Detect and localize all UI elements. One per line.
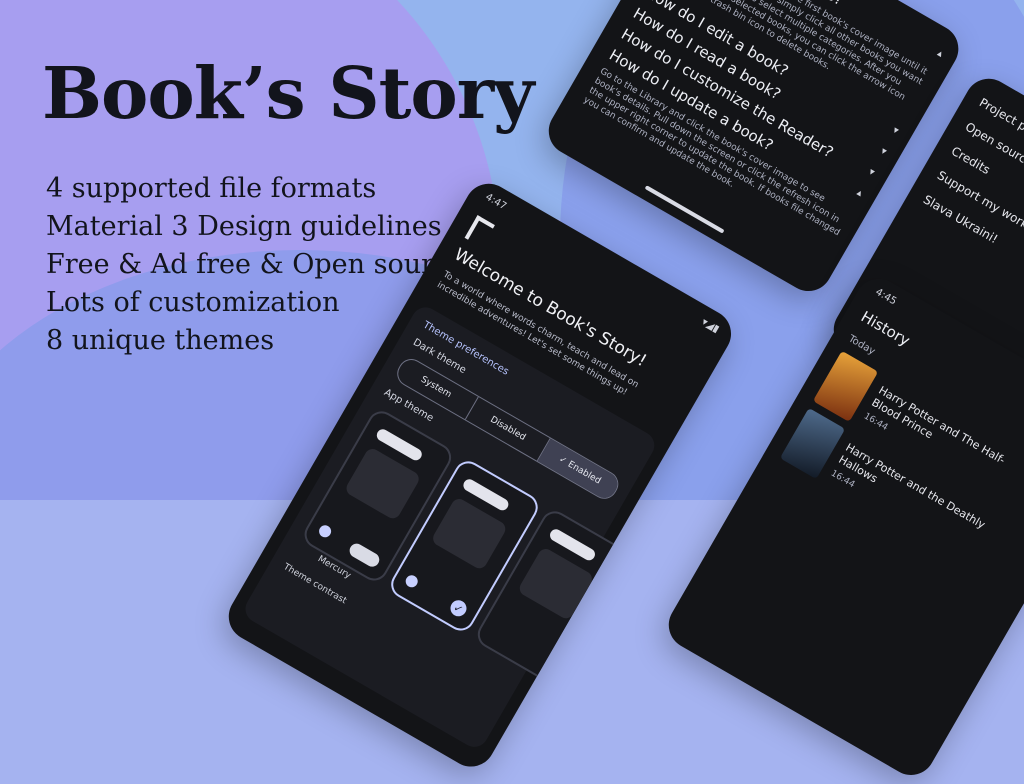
dark-theme-option-enabled[interactable]: ✓ Enabled [538,439,622,503]
option-label: Enabled [566,460,603,487]
chevron-down-icon: ▾ [875,146,888,164]
feature-item: Free & Ad free & Open source [46,246,465,284]
chevron-down-icon: ▾ [887,125,900,143]
history-group-label: Today [846,333,877,357]
chevron-down-icon: ▾ [863,166,876,184]
chevron-up-icon: ▴ [932,48,945,66]
dark-theme-option-disabled[interactable]: Disabled [466,397,551,461]
app-logo-icon [465,215,495,248]
tile-preview-dot [404,573,420,589]
app-title: Book’s Story [42,58,533,129]
check-icon: ✓ [448,597,470,619]
tile-preview-dot [317,523,333,539]
feature-item: Material 3 Design guidelines [46,208,465,246]
hero: Book’s Story [42,58,533,129]
about-item[interactable]: Slava Ukraini! [921,192,1017,256]
signal-battery-icon: ▾◢▮ [700,317,721,336]
tile-preview-pill [347,541,382,569]
chevron-up-icon: ▴ [851,187,864,205]
status-time: 4:45 [873,287,898,308]
status-time: 4:47 [483,192,508,213]
feature-item: 4 supported file formats [46,170,465,208]
